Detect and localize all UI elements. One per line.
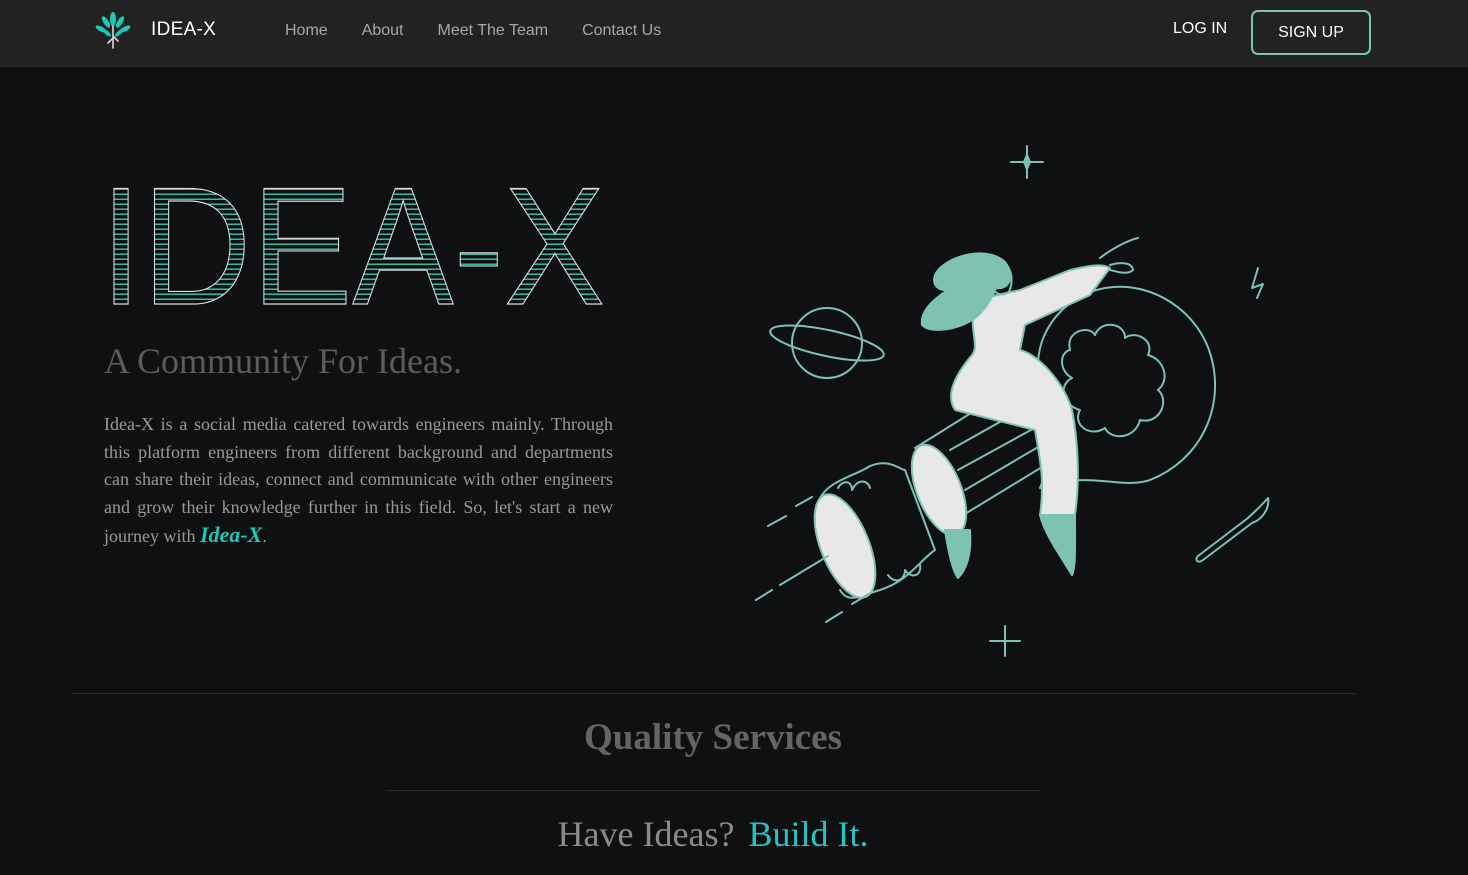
nav-item-contact: Contact Us	[565, 22, 678, 40]
navbar: IDEA-X Home About Meet The Team Contact …	[0, 0, 1468, 67]
brand-link[interactable]: IDEA-X	[94, 10, 216, 50]
signup-button[interactable]: SIGN UP	[1251, 10, 1371, 55]
nav-link-contact-us[interactable]: Contact Us	[565, 22, 678, 40]
plus-icon	[989, 625, 1021, 657]
nav-item-home: Home	[268, 22, 345, 40]
hero-description: Idea-X is a social media catered towards…	[104, 411, 613, 551]
nav-link-about[interactable]: About	[345, 22, 421, 40]
nav-link-meet-the-team[interactable]: Meet The Team	[421, 22, 566, 40]
tree-icon	[95, 12, 131, 49]
section-divider	[72, 693, 1355, 694]
nav-links: Home About Meet The Team Contact Us	[268, 0, 678, 62]
hero-title: IDEA-X	[100, 178, 606, 312]
hero-description-text: Idea-X is a social media catered towards…	[104, 414, 613, 546]
ideas-answer: Build It.	[748, 814, 869, 854]
services-divider	[387, 790, 1040, 791]
hero-brand-highlight: Idea-X	[200, 522, 263, 547]
planet-icon	[791, 307, 863, 379]
nav-item-about: About	[345, 22, 421, 40]
brain-icon	[1061, 323, 1166, 438]
ideas-line: Have Ideas? Build It.	[0, 813, 1426, 855]
sparkle-icon	[1010, 145, 1044, 179]
brand-name: IDEA-X	[151, 19, 217, 40]
hero-title-text: IDEA-X	[100, 178, 605, 312]
hero-tagline: A Community For Ideas.	[104, 341, 462, 381]
nav-link-home[interactable]: Home	[268, 22, 345, 40]
paintbrush-icon	[1195, 497, 1270, 563]
hero-description-end: .	[262, 526, 267, 546]
lightning-icon	[1251, 267, 1264, 299]
woman-rocket-illustration	[755, 145, 1270, 657]
services-heading: Quality Services	[584, 717, 842, 758]
ideas-question: Have Ideas?	[557, 814, 735, 854]
login-link[interactable]: LOG IN	[1173, 20, 1227, 38]
nav-item-team: Meet The Team	[421, 22, 566, 40]
